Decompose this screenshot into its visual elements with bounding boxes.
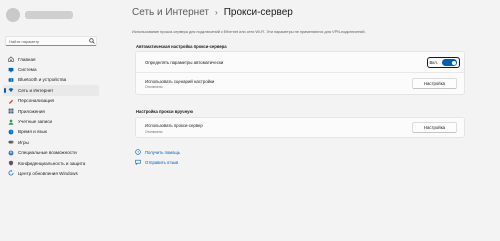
account-header[interactable] bbox=[6, 8, 73, 22]
bluetooth-icon bbox=[8, 77, 14, 83]
sidebar-item-label: Время и язык bbox=[18, 129, 47, 135]
svg-text:?: ? bbox=[137, 150, 139, 154]
time-language-icon bbox=[8, 129, 14, 135]
search-icon[interactable] bbox=[88, 37, 96, 45]
setup-script-row: Использовать сценарий настройки Отключен… bbox=[136, 74, 464, 94]
manual-proxy-status: Отключено bbox=[145, 129, 163, 134]
setup-script-button[interactable]: Настройка bbox=[412, 78, 457, 89]
auto-section-title: Автоматическая настройка прокси-сервера bbox=[136, 44, 227, 49]
toggle-switch[interactable] bbox=[442, 59, 457, 66]
breadcrumb-parent[interactable]: Сеть и Интернет bbox=[132, 7, 209, 18]
sidebar-item-personalization[interactable]: Персонализация bbox=[3, 96, 99, 106]
sidebar-item-apps[interactable]: Приложения bbox=[3, 106, 99, 116]
setup-script-status: Отключено bbox=[145, 85, 163, 90]
feedback-icon bbox=[135, 159, 141, 165]
sidebar-item-label: Приложения bbox=[18, 108, 45, 114]
breadcrumb: Сеть и Интернет › Прокси-сервер bbox=[132, 7, 293, 18]
page-title: Прокси-сервер bbox=[223, 7, 293, 18]
detect-settings-toggle[interactable]: Вкл. bbox=[426, 57, 460, 68]
games-icon bbox=[8, 139, 14, 145]
home-icon bbox=[8, 56, 14, 62]
sidebar-item-label: Учетные записи bbox=[18, 119, 53, 125]
sidebar-item-games[interactable]: Игры bbox=[3, 137, 99, 147]
sidebar-item-update[interactable]: Центр обновления Windows bbox=[3, 168, 99, 178]
detect-settings-row: Определять параметры автоматически Вкл. bbox=[136, 55, 464, 70]
system-icon bbox=[8, 67, 14, 73]
sidebar-item-label: Bluetooth и устройства bbox=[18, 77, 67, 83]
search-input[interactable]: Найти параметр bbox=[9, 39, 88, 44]
help-icon: ? bbox=[135, 149, 141, 155]
sidebar-item-label: Игры bbox=[18, 139, 29, 145]
account-name-redacted bbox=[25, 11, 73, 19]
send-feedback-link[interactable]: Отправить отзыв bbox=[135, 159, 178, 165]
accessibility-icon bbox=[8, 150, 14, 156]
toggle-state-label: Вкл. bbox=[429, 60, 439, 65]
personalization-icon bbox=[8, 98, 14, 104]
network-icon bbox=[8, 87, 14, 93]
sidebar-item-time-language[interactable]: Время и язык bbox=[3, 127, 99, 137]
search-box[interactable]: Найти параметр bbox=[5, 36, 97, 46]
manual-proxy-button[interactable]: Настройка bbox=[412, 122, 457, 133]
sidebar: Найти параметр Главная Система Bluetooth и… bbox=[0, 0, 102, 241]
update-icon bbox=[8, 170, 14, 176]
manual-settings-card: Использовать прокси-сервер Отключено Нас… bbox=[135, 117, 465, 138]
sidebar-item-label: Система bbox=[18, 67, 37, 73]
setup-script-title: Использовать сценарий настройки bbox=[145, 78, 215, 84]
sidebar-item-label: Конфиденциальность и защита bbox=[18, 160, 86, 166]
sidebar-item-label: Главная bbox=[18, 56, 36, 62]
apps-icon bbox=[8, 108, 14, 114]
sidebar-item-label: Центр обновления Windows bbox=[18, 170, 78, 176]
manual-proxy-row: Использовать прокси-сервер Отключено Нас… bbox=[136, 118, 464, 139]
manual-proxy-title: Использовать прокси-сервер bbox=[145, 123, 203, 129]
chevron-right-icon: › bbox=[215, 8, 218, 17]
get-help-link[interactable]: ? Получить помощь bbox=[135, 149, 180, 155]
auto-settings-card: Определять параметры автоматически Вкл. … bbox=[135, 51, 465, 95]
sidebar-item-accessibility[interactable]: Специальные возможности bbox=[3, 148, 99, 158]
send-feedback-label[interactable]: Отправить отзыв bbox=[145, 160, 178, 165]
sidebar-item-label: Сеть и Интернет bbox=[18, 87, 54, 93]
sidebar-item-bluetooth[interactable]: Bluetooth и устройства bbox=[3, 75, 99, 85]
accounts-icon bbox=[8, 119, 14, 125]
sidebar-item-home[interactable]: Главная bbox=[3, 54, 99, 64]
sidebar-item-label: Специальные возможности bbox=[18, 150, 77, 156]
get-help-label[interactable]: Получить помощь bbox=[145, 150, 180, 155]
sidebar-item-system[interactable]: Система bbox=[3, 64, 99, 74]
sidebar-item-label: Персонализация bbox=[18, 98, 54, 104]
avatar[interactable] bbox=[6, 8, 20, 22]
privacy-icon bbox=[8, 160, 14, 166]
detect-settings-label: Определять параметры автоматически bbox=[145, 60, 224, 65]
sidebar-item-accounts[interactable]: Учетные записи bbox=[3, 116, 99, 126]
divider bbox=[136, 72, 464, 73]
toggle-knob bbox=[451, 60, 456, 65]
manual-section-title: Настройка прокси вручную bbox=[136, 109, 194, 114]
sidebar-item-network[interactable]: Сеть и Интернет bbox=[3, 85, 99, 96]
page-description: Использование прокси-сервера для подключ… bbox=[132, 30, 366, 34]
nav-list: Главная Система Bluetooth и устройства Сеть… bbox=[3, 54, 99, 179]
sidebar-item-privacy[interactable]: Конфиденциальность и защита bbox=[3, 158, 99, 168]
